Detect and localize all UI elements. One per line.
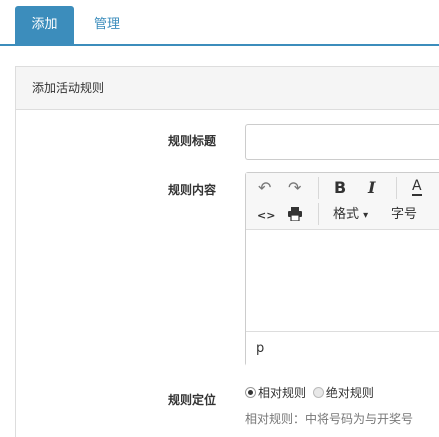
tab-bar: 添加 管理 [0,0,439,46]
panel-header: 添加活动规则 [16,67,439,110]
panel-title: 添加活动规则 [32,81,105,95]
source-code-icon[interactable]: <> [257,208,275,224]
rule-position-label: 规则定位 [167,393,216,407]
tab-underline [0,44,439,46]
rule-title-input[interactable] [245,124,439,160]
tab-manage[interactable]: 管理 [76,6,138,44]
bold-button[interactable]: B [334,180,346,196]
font-color-button[interactable]: A [412,179,422,196]
toolbar-separator [396,177,397,199]
print-icon-svg [288,207,302,222]
rich-text-editor: ↶ ↷ B I A <> 格式 ▾ 字号 p [245,172,439,366]
element-path[interactable]: p [256,341,264,356]
format-dropdown[interactable]: 格式 ▾ [333,207,368,224]
font-size-dropdown[interactable]: 字号 [391,207,417,223]
radio-absolute[interactable]: 绝对规则 [312,386,374,400]
format-label: 格式 [333,207,360,222]
rule-title-label: 规则标题 [167,134,216,148]
rule-position-help: 相对规则：中将号码为与开奖号 [245,412,414,426]
rule-content-label: 规则内容 [167,183,216,197]
toolbar-separator [318,203,319,225]
editor-statusbar: p [246,331,439,366]
redo-icon[interactable]: ↷ [288,180,301,196]
page: 添加 管理 添加活动规则 规则标题 规则内容 ↶ ↷ B I A <> 格式 ▾… [0,0,439,437]
radio-relative[interactable]: 相对规则 [245,386,310,400]
undo-icon[interactable]: ↶ [258,180,271,196]
print-icon[interactable] [287,207,303,225]
toolbar-separator [318,177,319,199]
italic-button[interactable]: I [368,180,375,196]
tab-add[interactable]: 添加 [15,6,74,44]
radio-relative-control[interactable] [245,387,256,398]
radio-absolute-label: 绝对规则 [325,386,374,400]
editor-toolbar: ↶ ↷ B I A <> 格式 ▾ 字号 [246,173,439,230]
chevron-down-icon: ▾ [363,210,369,221]
editor-content-area[interactable] [246,230,439,330]
radio-relative-label: 相对规则 [258,386,307,400]
rule-position-options: 相对规则 绝对规则 [245,384,374,401]
radio-absolute-control[interactable] [312,387,324,398]
